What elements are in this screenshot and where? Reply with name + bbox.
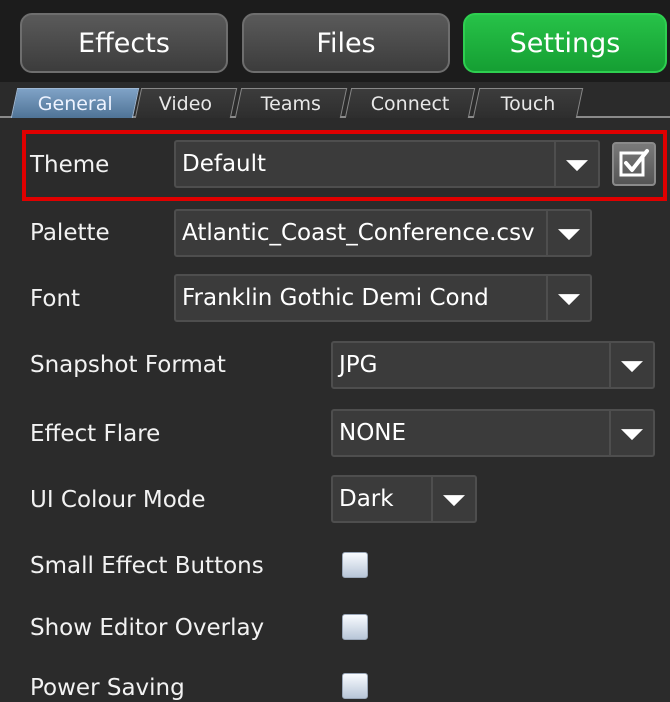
effect-flare-value: NONE — [339, 420, 407, 446]
files-button-label: Files — [316, 27, 376, 59]
palette-dropdown-toggle[interactable] — [546, 211, 590, 255]
font-value: Franklin Gothic Demi Cond — [182, 285, 489, 311]
effects-button-label: Effects — [78, 27, 170, 59]
snapshot-format-value: JPG — [339, 352, 378, 378]
chevron-down-icon — [621, 429, 643, 441]
palette-value: Atlantic_Coast_Conference.csv — [182, 220, 535, 246]
palette-label: Palette — [30, 220, 110, 246]
top-nav-bar: Effects Files Settings — [0, 0, 670, 82]
snapshot-format-label: Snapshot Format — [30, 352, 226, 378]
tab-connect[interactable]: Connect — [344, 88, 476, 118]
tab-touch[interactable]: Touch — [472, 88, 584, 118]
snapshot-format-dropdown[interactable]: JPG — [331, 341, 655, 389]
effect-flare-dropdown-toggle[interactable] — [609, 411, 653, 455]
chevron-down-icon — [558, 229, 580, 241]
effect-flare-dropdown[interactable]: NONE — [331, 409, 655, 457]
tab-teams-label: Teams — [260, 92, 321, 115]
chevron-down-icon — [621, 361, 643, 373]
tab-connect-label: Connect — [370, 92, 450, 115]
show-editor-overlay-checkbox[interactable] — [342, 614, 368, 640]
effects-button[interactable]: Effects — [20, 13, 228, 73]
small-effect-buttons-checkbox[interactable] — [342, 552, 368, 578]
chevron-down-icon — [443, 495, 465, 507]
font-label: Font — [30, 286, 81, 312]
tab-teams[interactable]: Teams — [234, 88, 348, 118]
ui-colour-mode-dropdown[interactable]: Dark — [331, 475, 477, 523]
tab-touch-label: Touch — [500, 92, 556, 115]
power-saving-checkbox[interactable] — [342, 673, 368, 699]
palette-dropdown[interactable]: Atlantic_Coast_Conference.csv — [174, 209, 592, 257]
snapshot-format-dropdown-toggle[interactable] — [609, 343, 653, 387]
settings-button[interactable]: Settings — [463, 13, 667, 73]
chevron-down-icon — [558, 294, 580, 306]
theme-row-highlight — [22, 130, 667, 201]
settings-button-label: Settings — [509, 27, 621, 59]
settings-tab-bar: General Video Teams Connect Touch — [0, 82, 670, 118]
tab-general[interactable]: General — [10, 88, 140, 118]
small-effect-buttons-label: Small Effect Buttons — [30, 553, 264, 579]
ui-colour-mode-value: Dark — [339, 486, 394, 512]
power-saving-label: Power Saving — [30, 675, 185, 701]
show-editor-overlay-label: Show Editor Overlay — [30, 615, 265, 641]
tab-general-label: General — [37, 92, 113, 115]
ui-colour-mode-dropdown-toggle[interactable] — [431, 477, 475, 521]
ui-colour-mode-label: UI Colour Mode — [30, 487, 206, 513]
tab-video-label: Video — [159, 92, 213, 115]
files-button[interactable]: Files — [242, 13, 450, 73]
font-dropdown[interactable]: Franklin Gothic Demi Cond — [174, 274, 592, 322]
tab-video[interactable]: Video — [134, 88, 238, 118]
font-dropdown-toggle[interactable] — [546, 276, 590, 320]
effect-flare-label: Effect Flare — [30, 421, 161, 447]
